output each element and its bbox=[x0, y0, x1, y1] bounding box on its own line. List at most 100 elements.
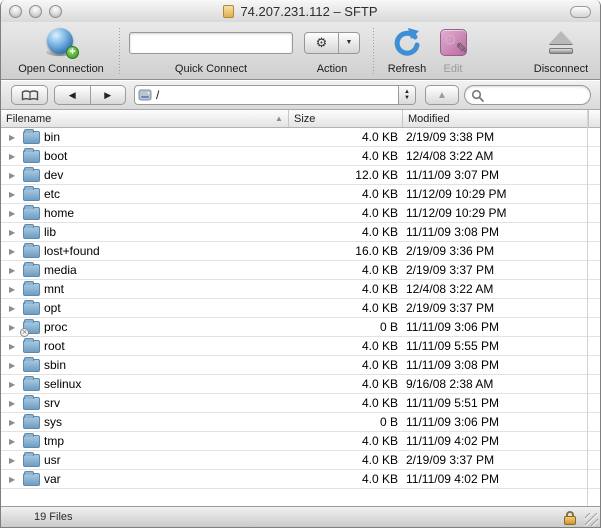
disclosure-triangle-icon[interactable]: ▶ bbox=[9, 361, 15, 370]
table-row[interactable]: ▶dev12.0 KB11/11/09 3:07 PM bbox=[1, 166, 600, 185]
sort-ascending-icon: ▲ bbox=[275, 114, 283, 123]
disclosure-triangle-icon[interactable]: ▶ bbox=[9, 304, 15, 313]
quick-connect-combobox[interactable]: ▼ bbox=[129, 32, 293, 54]
path-popup-button[interactable]: / ▲▼ bbox=[134, 85, 416, 105]
bookmarks-button[interactable] bbox=[11, 85, 48, 105]
table-row[interactable]: ▶tmp4.0 KB11/11/09 4:02 PM bbox=[1, 432, 600, 451]
table-row[interactable]: ▶sys0 B11/11/09 3:06 PM bbox=[1, 413, 600, 432]
table-row[interactable]: ▶selinux4.0 KB9/16/08 2:38 AM bbox=[1, 375, 600, 394]
resize-grip[interactable] bbox=[585, 513, 598, 526]
disclosure-triangle-icon[interactable]: ▶ bbox=[9, 209, 15, 218]
quick-connect-group: ▼ Quick Connect bbox=[128, 22, 294, 80]
folder-icon bbox=[23, 435, 40, 448]
search-field[interactable] bbox=[464, 85, 591, 105]
quick-connect-input[interactable] bbox=[130, 33, 293, 53]
filename-cell: bin bbox=[44, 130, 60, 144]
refresh-button[interactable]: Refresh bbox=[381, 22, 433, 80]
table-row[interactable]: ▶mnt4.0 KB12/4/08 3:22 AM bbox=[1, 280, 600, 299]
table-row[interactable]: ▶media4.0 KB2/19/09 3:37 PM bbox=[1, 261, 600, 280]
minimize-button[interactable] bbox=[29, 5, 42, 18]
cyberduck-window: 74.207.231.112 – SFTP + Open Connection … bbox=[0, 0, 601, 528]
folder-icon bbox=[23, 207, 40, 220]
gear-icon[interactable]: ⚙ bbox=[305, 33, 338, 53]
window-title: 74.207.231.112 – SFTP bbox=[240, 4, 377, 19]
zoom-button[interactable] bbox=[49, 5, 62, 18]
action-button[interactable]: ⚙ ▼ bbox=[304, 32, 360, 54]
column-header-modified[interactable]: Modified bbox=[402, 110, 588, 127]
disclosure-triangle-icon[interactable]: ▶ bbox=[9, 456, 15, 465]
modified-cell: 11/11/09 3:07 PM bbox=[406, 168, 499, 182]
toolbar-separator bbox=[373, 28, 374, 76]
current-path: / bbox=[156, 88, 398, 102]
table-row[interactable]: ▶sbin4.0 KB11/11/09 3:08 PM bbox=[1, 356, 600, 375]
disclosure-triangle-icon[interactable]: ▶ bbox=[9, 342, 15, 351]
disclosure-triangle-icon[interactable]: ▶ bbox=[9, 399, 15, 408]
disconnect-button[interactable]: Disconnect bbox=[525, 22, 597, 80]
folder-icon bbox=[23, 131, 40, 144]
action-dropdown-icon[interactable]: ▼ bbox=[338, 33, 359, 53]
table-row[interactable]: ▶boot4.0 KB12/4/08 3:22 AM bbox=[1, 147, 600, 166]
folder-icon bbox=[23, 188, 40, 201]
modified-cell: 11/11/09 5:51 PM bbox=[406, 396, 499, 410]
column-header-size[interactable]: Size bbox=[288, 110, 402, 127]
table-row[interactable]: ▶bin4.0 KB2/19/09 3:38 PM bbox=[1, 128, 600, 147]
table-row[interactable]: ▶lost+found16.0 KB2/19/09 3:36 PM bbox=[1, 242, 600, 261]
filename-cell: srv bbox=[44, 396, 60, 410]
table-row[interactable]: ▶etc4.0 KB11/12/09 10:29 PM bbox=[1, 185, 600, 204]
disclosure-triangle-icon[interactable]: ▶ bbox=[9, 152, 15, 161]
column-header-blank bbox=[588, 110, 601, 127]
disclosure-triangle-icon[interactable]: ▶ bbox=[9, 475, 15, 484]
forward-button[interactable]: ▶ bbox=[90, 86, 126, 104]
filename-cell: opt bbox=[44, 301, 61, 315]
disclosure-triangle-icon[interactable]: ▶ bbox=[9, 285, 15, 294]
disclosure-triangle-icon[interactable]: ▶ bbox=[9, 380, 15, 389]
filename-cell: sbin bbox=[44, 358, 66, 372]
modified-cell: 11/11/09 3:08 PM bbox=[406, 225, 499, 239]
document-proxy-icon[interactable] bbox=[223, 5, 234, 18]
modified-cell: 11/11/09 3:08 PM bbox=[406, 358, 499, 372]
filename-cell: home bbox=[44, 206, 74, 220]
modified-cell: 12/4/08 3:22 AM bbox=[406, 282, 493, 296]
search-input[interactable] bbox=[487, 88, 584, 102]
modified-cell: 11/11/09 3:06 PM bbox=[406, 415, 499, 429]
filename-cell: root bbox=[44, 339, 65, 353]
disclosure-triangle-icon[interactable]: ▶ bbox=[9, 228, 15, 237]
size-cell: 4.0 KB bbox=[288, 206, 398, 220]
close-button[interactable] bbox=[9, 5, 22, 18]
disclosure-triangle-icon[interactable]: ▶ bbox=[9, 133, 15, 142]
eject-icon bbox=[546, 30, 576, 56]
folder-icon bbox=[23, 473, 40, 486]
disclosure-triangle-icon[interactable]: ▶ bbox=[9, 190, 15, 199]
back-button[interactable]: ◀ bbox=[55, 86, 90, 104]
title-bar: 74.207.231.112 – SFTP bbox=[1, 0, 600, 22]
folder-icon bbox=[23, 454, 40, 467]
open-connection-button[interactable]: + Open Connection bbox=[9, 22, 113, 80]
disclosure-triangle-icon[interactable]: ▶ bbox=[9, 171, 15, 180]
table-row[interactable]: ▶root4.0 KB11/11/09 5:55 PM bbox=[1, 337, 600, 356]
path-stepper-icon[interactable]: ▲▼ bbox=[398, 86, 415, 104]
table-row[interactable]: ▶⨯proc0 B11/11/09 3:06 PM bbox=[1, 318, 600, 337]
table-row[interactable]: ▶lib4.0 KB11/11/09 3:08 PM bbox=[1, 223, 600, 242]
disclosure-triangle-icon[interactable]: ▶ bbox=[9, 266, 15, 275]
filename-cell: sys bbox=[44, 415, 62, 429]
disclosure-triangle-icon[interactable]: ▶ bbox=[9, 247, 15, 256]
history-nav: ◀ ▶ bbox=[54, 85, 126, 105]
globe-plus-icon: + bbox=[46, 28, 76, 58]
disclosure-triangle-icon[interactable]: ▶ bbox=[9, 437, 15, 446]
column-header-filename[interactable]: Filename bbox=[1, 110, 288, 127]
go-up-button[interactable]: ▲ bbox=[425, 85, 459, 105]
modified-cell: 11/11/09 4:02 PM bbox=[406, 434, 499, 448]
open-connection-label: Open Connection bbox=[18, 63, 104, 76]
table-row[interactable]: ▶opt4.0 KB2/19/09 3:37 PM bbox=[1, 299, 600, 318]
refresh-label: Refresh bbox=[388, 63, 427, 76]
disclosure-triangle-icon[interactable]: ▶ bbox=[9, 323, 15, 332]
disclosure-triangle-icon[interactable]: ▶ bbox=[9, 418, 15, 427]
table-row[interactable]: ▶var4.0 KB11/11/09 4:02 PM bbox=[1, 470, 600, 489]
table-row[interactable]: ▶usr4.0 KB2/19/09 3:37 PM bbox=[1, 451, 600, 470]
table-row[interactable]: ▶home4.0 KB11/12/09 10:29 PM bbox=[1, 204, 600, 223]
toolbar-toggle-button[interactable] bbox=[570, 6, 591, 18]
table-row[interactable]: ▶srv4.0 KB11/11/09 5:51 PM bbox=[1, 394, 600, 413]
size-cell: 4.0 KB bbox=[288, 339, 398, 353]
window-controls bbox=[9, 5, 62, 18]
filename-cell: media bbox=[44, 263, 77, 277]
